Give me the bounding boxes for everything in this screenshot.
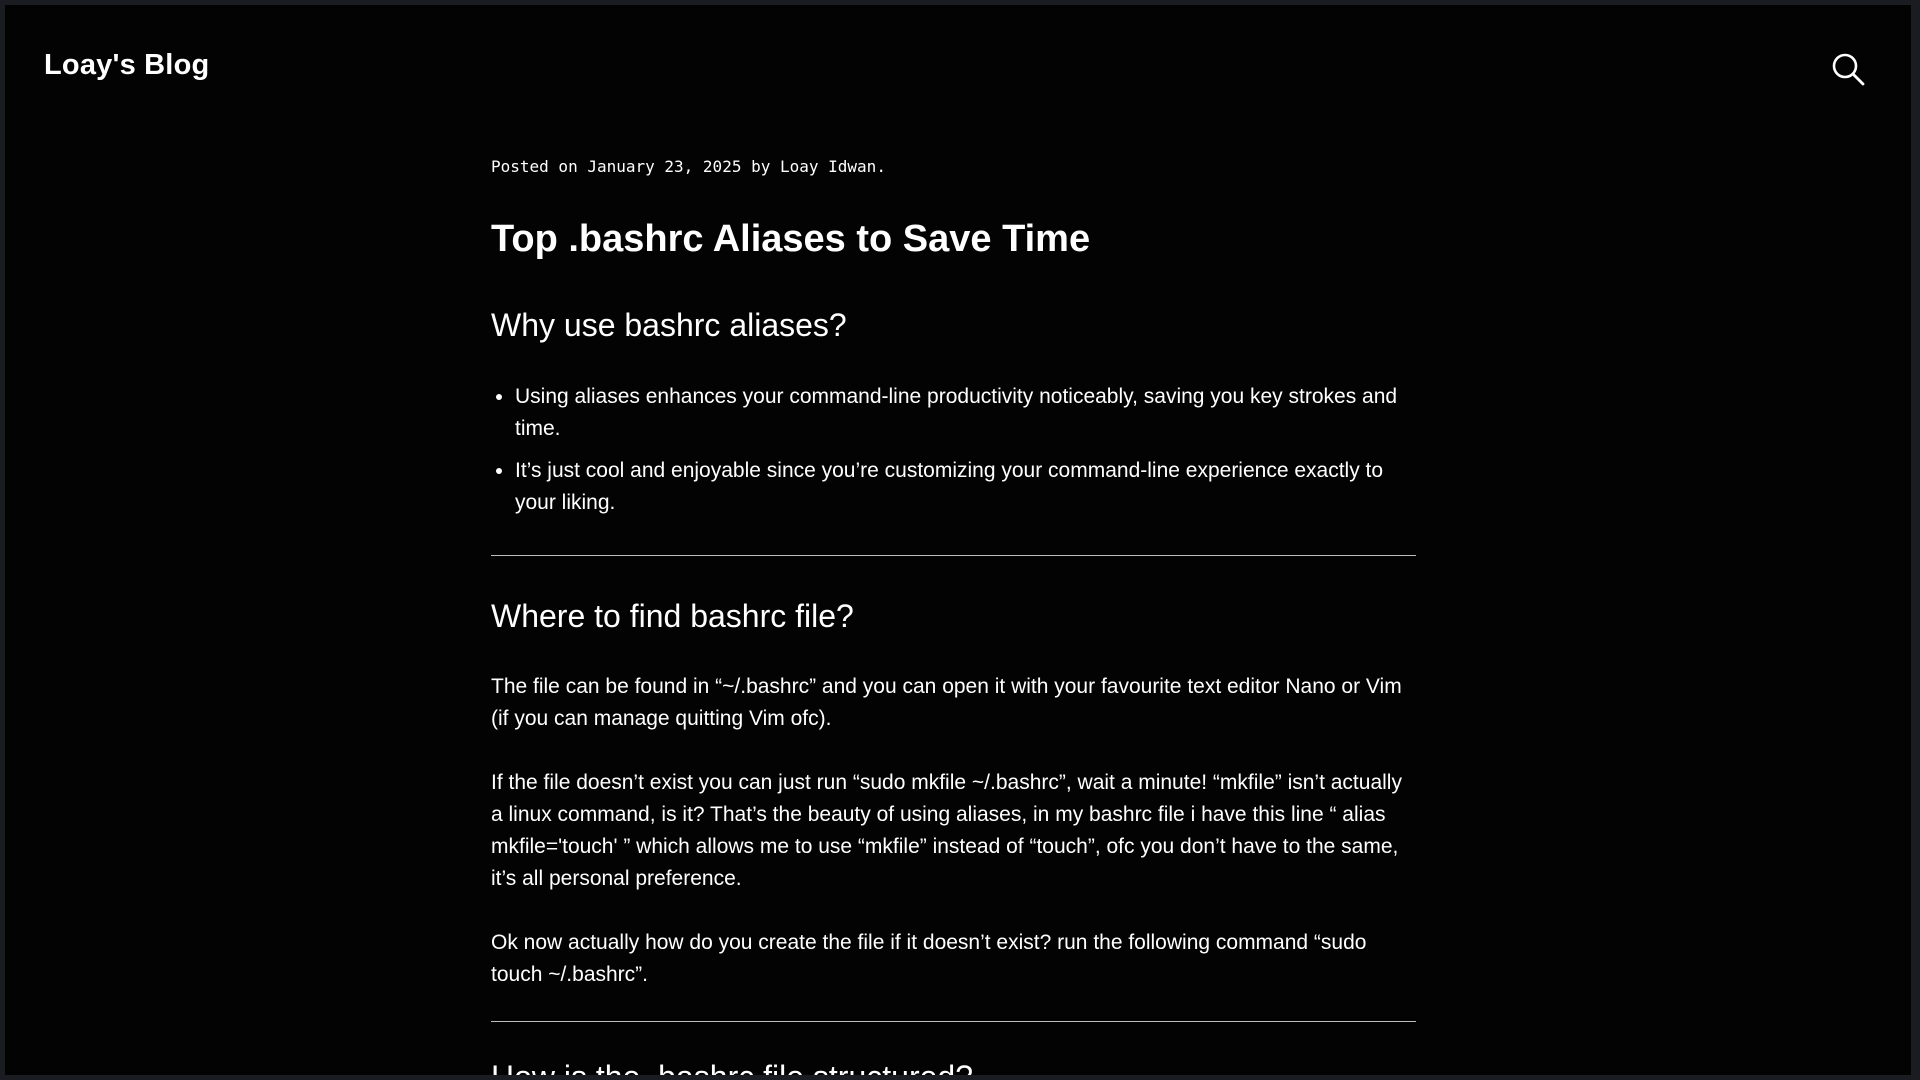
search-button[interactable] [1829,50,1869,90]
section-divider [491,1021,1416,1022]
post-meta: Posted on January 23, 2025 by Loay Idwan… [491,157,886,176]
paragraph: If the file doesn’t exist you can just r… [491,771,1402,890]
site-title-link[interactable]: Loay's Blog [44,49,209,82]
post-title: Top .bashrc Aliases to Save Time [491,218,1091,260]
section-divider [491,555,1416,556]
paragraph: Ok now actually how do you create the fi… [491,931,1367,986]
search-icon [1832,53,1865,86]
page: Loay's Blog Posted on January 23, 2025 b… [5,5,1911,1075]
section-heading-where: Where to find bashrc file? [491,598,854,634]
list-item: Using aliases enhances your command-line… [515,381,1416,445]
why-bullet-list: Using aliases enhances your command-line… [491,381,1416,529]
section-heading-structure: How is the .bashrc file structured? [491,1059,973,1075]
section-heading-why: Why use bashrc aliases? [491,307,847,343]
paragraph: The file can be found in “~/.bashrc” and… [491,675,1402,730]
list-item: It’s just cool and enjoyable since you’r… [515,455,1416,519]
